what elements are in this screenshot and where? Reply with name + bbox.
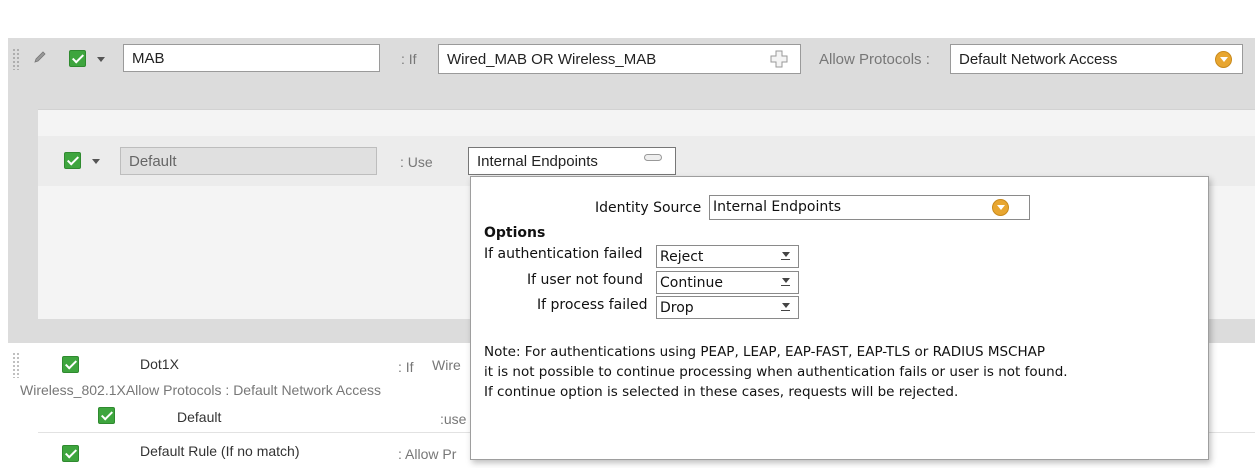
dot1x-if-label: : If [398, 359, 414, 375]
user-not-found-chevron-down-icon [782, 278, 790, 283]
edit-pencil-icon[interactable] [33, 50, 47, 64]
mab-condition-field[interactable]: Wired_MAB OR Wireless_MAB [438, 44, 801, 74]
auth-failed-select[interactable]: Reject [656, 245, 799, 268]
inner-default-chevron-down-icon[interactable] [92, 159, 100, 164]
auth-failed-value: Reject [660, 249, 704, 265]
identity-store-value: Internal Endpoints [477, 152, 598, 170]
dot1x-default-checkbox[interactable] [98, 407, 115, 424]
default-rule-allow-label: : Allow Pr [398, 446, 457, 462]
mab-condition-value: Wired_MAB OR Wireless_MAB [447, 50, 657, 68]
inner-default-name-field: Default [120, 147, 377, 175]
allow-protocols-chevron-down-icon[interactable] [1215, 51, 1232, 68]
process-failed-select[interactable]: Drop [656, 296, 799, 319]
options-heading: Options [484, 225, 546, 241]
default-rule-checkbox[interactable] [62, 445, 79, 462]
mab-if-label: : If [401, 51, 417, 67]
add-condition-plus-icon[interactable] [770, 50, 788, 68]
identity-store-selector[interactable]: Internal Endpoints [468, 147, 676, 175]
allow-protocols-label: Allow Protocols : [819, 51, 930, 68]
allow-protocols-dropdown[interactable]: Default Network Access [950, 44, 1243, 74]
mab-enabled-checkbox[interactable] [69, 50, 86, 67]
user-not-found-value: Continue [660, 275, 723, 291]
dot1x-enabled-checkbox[interactable] [62, 356, 79, 373]
identity-source-value: Internal Endpoints [713, 199, 842, 215]
auth-failed-chevron-down-icon [782, 252, 790, 257]
inner-use-label: : Use [400, 154, 433, 170]
dot1x-default-name: Default [177, 409, 222, 425]
note-line-1: Note: For authentications using PEAP, LE… [484, 344, 1046, 360]
note-line-3: If continue option is selected in these … [484, 384, 959, 400]
identity-source-popup: Identity Source Internal Endpoints Optio… [470, 176, 1209, 460]
collapse-minus-icon[interactable] [644, 154, 662, 161]
dot1x-condition-partial: Wire [432, 357, 461, 373]
mab-status-chevron-down-icon[interactable] [97, 57, 105, 62]
user-not-found-label: If user not found [527, 272, 643, 288]
drag-handle-icon[interactable] [12, 48, 20, 70]
inner-default-checkbox[interactable] [64, 152, 81, 169]
dot1x-default-use-label: :use [440, 411, 467, 427]
process-failed-value: Drop [660, 300, 694, 316]
dot1x-condition-line2: Wireless_802.1XAllow Protocols : Default… [20, 382, 382, 398]
default-rule-name: Default Rule (If no match) [140, 443, 300, 459]
allow-protocols-value: Default Network Access [959, 50, 1118, 68]
process-failed-chevron-down-icon [782, 303, 790, 308]
note-line-2: it is not possible to continue processin… [484, 364, 1068, 380]
identity-source-dropdown[interactable]: Internal Endpoints [709, 195, 1030, 220]
dot1x-rule-name: Dot1X [140, 356, 179, 372]
drag-handle-dot1x-icon[interactable] [12, 352, 20, 378]
process-failed-label: If process failed [537, 297, 648, 313]
identity-source-chevron-down-icon[interactable] [992, 199, 1009, 216]
auth-failed-label: If authentication failed [484, 246, 643, 262]
identity-source-label: Identity Source [595, 200, 702, 216]
mab-rule-name-input[interactable]: MAB [123, 44, 380, 72]
user-not-found-select[interactable]: Continue [656, 271, 799, 294]
